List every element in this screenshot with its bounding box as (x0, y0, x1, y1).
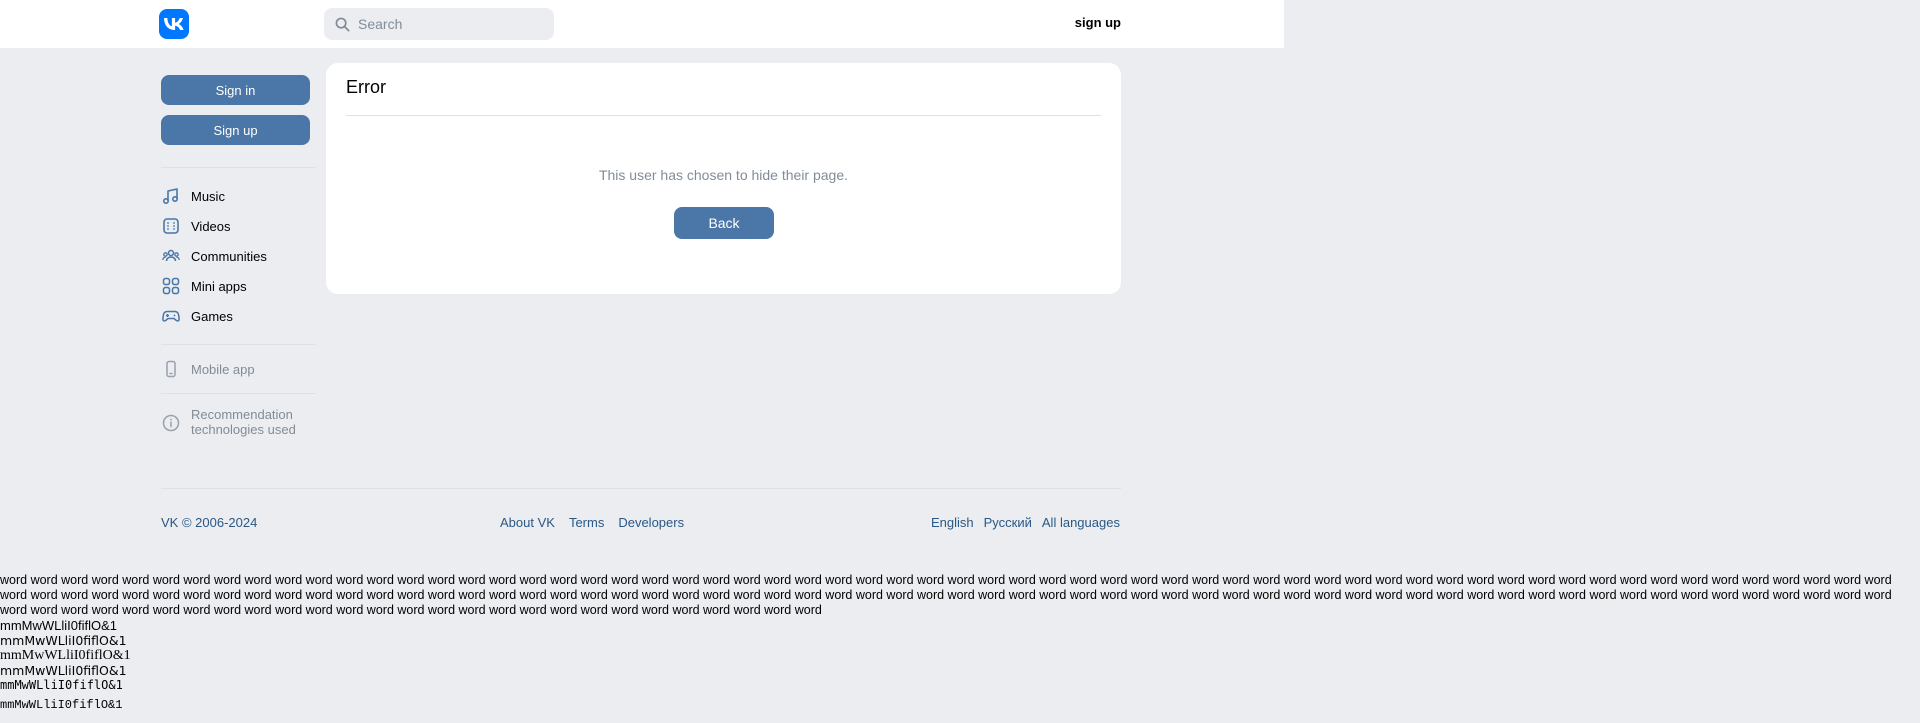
sidebar-item-label: Games (191, 308, 233, 324)
test-words-paragraph: word word word word word word word word … (0, 573, 1892, 617)
glyph-test-line: mmMwWLliI0fiflO&1 (0, 633, 127, 648)
search-box[interactable] (324, 8, 554, 40)
top-header: sign up (0, 0, 1284, 48)
search-icon (335, 17, 350, 31)
mini-apps-icon (161, 276, 181, 296)
sidebar-item-mini-apps[interactable]: Mini apps (161, 274, 316, 298)
sidebar-item-communities[interactable]: Communities (161, 244, 316, 268)
sign-in-button[interactable]: Sign in (161, 75, 310, 105)
vk-logo[interactable] (159, 9, 189, 39)
lang-russian[interactable]: Русский (984, 515, 1032, 530)
vk-logo-icon (164, 18, 184, 30)
card-divider (346, 115, 1101, 116)
info-icon (161, 413, 181, 433)
music-icon (161, 186, 181, 206)
page-title: Error (346, 77, 386, 97)
sidebar-item-label: Mobile app (191, 361, 255, 377)
header-signup-link[interactable]: sign up (1060, 15, 1121, 30)
footer-link-about[interactable]: About VK (500, 515, 555, 530)
glyph-test-line: mmMwWLliI0fiflO&1 (0, 698, 123, 712)
sidebar-item-music[interactable]: Music (161, 184, 316, 208)
glyph-test-line: mmMwWLliI0fiflO&1 (0, 648, 131, 663)
sidebar-item-recommendations[interactable]: Recommendation technologies used (161, 407, 316, 437)
sidebar-divider (161, 344, 316, 345)
sidebar-item-label: Videos (191, 218, 231, 234)
sidebar-item-videos[interactable]: Videos (161, 214, 316, 238)
error-card: Error This user has chosen to hide their… (326, 63, 1121, 294)
footer-links: About VK Terms Developers (500, 515, 684, 530)
glyph-test-line: mmMwWLliI0fiflO&1 (0, 618, 118, 633)
footer-link-developers[interactable]: Developers (618, 515, 684, 530)
sidebar-item-label: Mini apps (191, 278, 247, 294)
back-button[interactable]: Back (674, 207, 774, 239)
footer-divider (161, 488, 1121, 489)
lang-english[interactable]: English (931, 515, 974, 530)
lang-all[interactable]: All languages (1042, 515, 1120, 530)
sidebar-item-label: Communities (191, 248, 267, 264)
sidebar-item-label: Recommendation technologies used (191, 407, 296, 437)
sidebar-item-mobile-app[interactable]: Mobile app (161, 357, 316, 381)
sidebar-item-games[interactable]: Games (161, 304, 316, 328)
phone-icon (161, 359, 181, 379)
copyright: VK © 2006-2024 (161, 515, 258, 530)
sign-up-button[interactable]: Sign up (161, 115, 310, 145)
search-input[interactable] (358, 16, 548, 32)
language-links: English Русский All languages (931, 515, 1120, 530)
error-message: This user has chosen to hide their page. (598, 167, 849, 183)
glyph-test-line: mmMwWLliI0fiflO&1 (0, 678, 123, 692)
gamepad-icon (161, 306, 181, 326)
sidebar-divider (161, 393, 316, 394)
footer-link-terms[interactable]: Terms (569, 515, 604, 530)
communities-icon (161, 246, 181, 266)
sidebar-item-label: Music (191, 188, 225, 204)
video-icon (161, 216, 181, 236)
glyph-test-line: mmMwWLliI0fiflO&1 (0, 663, 127, 678)
sidebar-divider (161, 167, 316, 168)
